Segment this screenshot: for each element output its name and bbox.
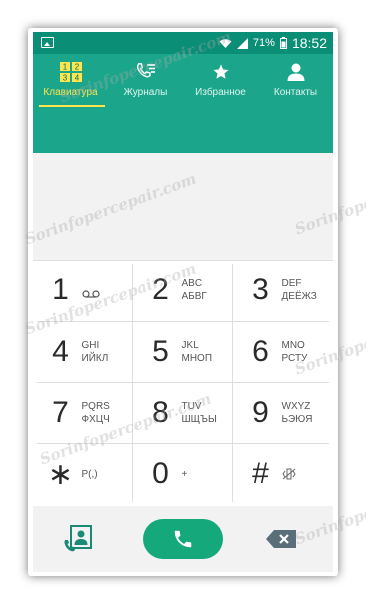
key-plus-label: +	[181, 468, 188, 480]
key-letters: PQRS ФХЦЧ	[82, 401, 120, 425]
voicemail-icon	[81, 290, 100, 298]
key-cyrillic-letters: МНОП	[181, 353, 213, 364]
dial-keypad: 1 2 ABC АБВГ 3 DEF ДЕЁЖЗ 4 GHI ИЙКЛ 5 JK…	[33, 260, 333, 506]
tab-logs-label: Журналы	[123, 87, 168, 98]
key-letters: TUV ШЩЪЫ	[182, 401, 220, 425]
gallery-notification-icon	[41, 37, 54, 48]
call-button[interactable]	[143, 519, 223, 559]
active-tab-indicator	[39, 105, 105, 107]
add-to-contacts-button[interactable]	[63, 524, 93, 554]
key-latin-letters: JKL	[181, 340, 199, 351]
keypad-icon: 1 2 3 4	[59, 62, 82, 83]
key-cyrillic-letters: АБВГ	[181, 291, 207, 302]
key-digit: 8	[152, 396, 169, 429]
dialer-action-bar	[33, 506, 333, 572]
key-9[interactable]: 9 WXYZ ЬЭЮЯ	[233, 383, 332, 443]
wifi-icon	[219, 38, 232, 48]
key-cyrillic-letters: ФХЦЧ	[81, 414, 110, 425]
key-6[interactable]: 6 MNO РСТУ	[233, 322, 332, 382]
call-log-icon	[136, 63, 155, 78]
key-letters: JKL МНОП	[182, 340, 220, 364]
star-icon	[213, 64, 228, 79]
key-digit: 0	[152, 457, 169, 490]
keypad-icon-digit: 1	[62, 63, 67, 72]
key-4[interactable]: 4 GHI ИЙКЛ	[33, 322, 132, 382]
key-cyrillic-letters: РСТУ	[281, 353, 308, 364]
key-digit: 3	[252, 273, 269, 306]
number-display[interactable]	[33, 153, 333, 258]
key-digit: 6	[252, 335, 269, 368]
key-3[interactable]: 3 DEF ДЕЁЖЗ	[233, 260, 332, 320]
vibrate-mute-icon	[281, 468, 296, 480]
key-hash[interactable]: #	[233, 444, 332, 504]
key-letters: ABC АБВГ	[182, 278, 220, 302]
key-letters: P(,)	[82, 469, 120, 480]
key-letters: +	[182, 469, 220, 480]
key-digit: 9	[252, 396, 269, 429]
battery-icon	[279, 37, 287, 49]
key-latin-letters: DEF	[281, 278, 302, 289]
dialer-header: 1 2 3 4 Клавиатура Журналы Избранное Кон…	[33, 54, 333, 153]
key-digit: 5	[152, 335, 169, 368]
backspace-icon	[266, 530, 296, 548]
key-letters: WXYZ ЬЭЮЯ	[282, 401, 320, 425]
key-digit: 7	[52, 396, 69, 429]
key-cyrillic-letters: ДЕЁЖЗ	[281, 291, 317, 302]
tab-bar: 1 2 3 4 Клавиатура Журналы Избранное Кон…	[33, 54, 333, 107]
key-digit: 2	[152, 273, 169, 306]
phone-icon	[174, 530, 192, 548]
tab-keypad-label: Клавиатура	[43, 87, 98, 98]
keypad-icon-digit: 2	[74, 63, 79, 72]
signal-icon	[236, 37, 248, 49]
key-5[interactable]: 5 JKL МНОП	[133, 322, 232, 382]
tab-favorites-label: Избранное	[195, 87, 246, 98]
key-cyrillic-letters: ЬЭЮЯ	[281, 414, 313, 425]
key-letters: GHI ИЙКЛ	[82, 340, 120, 364]
backspace-button[interactable]	[266, 530, 298, 548]
key-digit: ∗	[47, 457, 74, 491]
key-latin-letters: ABC	[181, 278, 203, 289]
key-digit: 1	[52, 273, 69, 306]
key-1[interactable]: 1	[33, 260, 132, 320]
key-pause-label: P(,)	[81, 468, 98, 480]
status-bar: 71% 18:52	[33, 32, 333, 54]
clock: 18:52	[291, 35, 327, 51]
keypad-icon-digit: 3	[62, 74, 67, 83]
add-contact-icon	[64, 525, 92, 552]
key-2[interactable]: 2 ABC АБВГ	[133, 260, 232, 320]
key-latin-letters: WXYZ	[281, 401, 311, 412]
key-latin-letters: MNO	[281, 340, 305, 351]
key-cyrillic-letters: ШЩЪЫ	[181, 414, 217, 425]
keypad-icon-digit: 4	[74, 74, 79, 83]
key-latin-letters: TUV	[181, 401, 202, 412]
key-7[interactable]: 7 PQRS ФХЦЧ	[33, 383, 132, 443]
tab-logs[interactable]: Журналы	[108, 54, 183, 106]
key-star[interactable]: ∗ P(,)	[33, 444, 132, 504]
phone-screen: 71% 18:52 1 2 3 4 Клавиатура Журналы Изб…	[33, 32, 333, 572]
tab-contacts-label: Контакты	[273, 87, 318, 98]
person-icon	[287, 63, 304, 81]
key-digit: #	[252, 457, 269, 490]
tab-contacts[interactable]: Контакты	[258, 54, 333, 106]
key-latin-letters: GHI	[81, 340, 100, 351]
key-letters	[81, 282, 120, 298]
key-latin-letters: PQRS	[81, 401, 110, 412]
key-8[interactable]: 8 TUV ШЩЪЫ	[133, 383, 232, 443]
status-bar-right: 71% 18:52	[219, 32, 327, 54]
key-letters	[281, 468, 320, 480]
key-letters: DEF ДЕЁЖЗ	[282, 278, 320, 302]
tab-favorites[interactable]: Избранное	[183, 54, 258, 106]
key-0[interactable]: 0 +	[133, 444, 232, 504]
key-cyrillic-letters: ИЙКЛ	[81, 353, 109, 364]
tab-keypad[interactable]: 1 2 3 4 Клавиатура	[33, 54, 108, 106]
key-letters: MNO РСТУ	[282, 340, 320, 364]
key-digit: 4	[52, 335, 69, 368]
battery-percentage: 71%	[252, 37, 275, 49]
